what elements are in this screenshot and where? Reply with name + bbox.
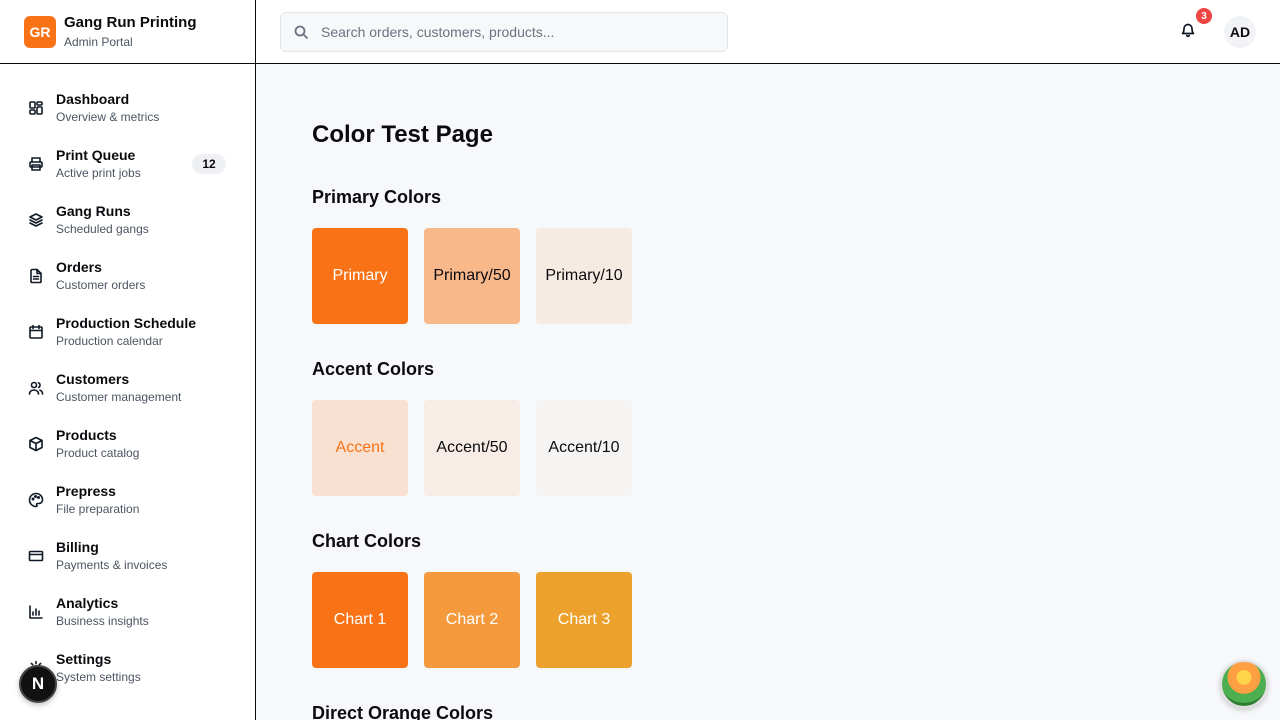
brand-subtitle: Admin Portal	[64, 34, 133, 49]
sidebar-item-production-schedule[interactable]: Production Schedule Production calendar	[16, 304, 240, 360]
sidebar-item-gang-runs[interactable]: Gang Runs Scheduled gangs	[16, 192, 240, 248]
sidebar-item-label: Prepress	[56, 483, 116, 499]
search-input[interactable]	[321, 24, 701, 40]
sidebar-item-desc: File preparation	[56, 502, 140, 516]
layers-icon	[28, 212, 44, 228]
calendar-icon	[28, 324, 44, 340]
sidebar-item-analytics[interactable]: Analytics Business insights	[16, 584, 240, 640]
swatch-chart-3: Chart 3	[536, 572, 632, 668]
sidebar-item-desc: Production calendar	[56, 334, 163, 348]
sidebar-item-orders[interactable]: Orders Customer orders	[16, 248, 240, 304]
accent-swatches: Accent Accent/50 Accent/10	[312, 400, 632, 496]
section-title-primary: Primary Colors	[312, 187, 442, 207]
dashboard-icon	[28, 100, 44, 116]
print-queue-count-badge: 12	[192, 154, 226, 174]
sidebar-item-label: Settings	[56, 651, 112, 667]
sidebar: GR Gang Run Printing Admin Portal Dashbo…	[0, 0, 256, 720]
sidebar-item-prepress[interactable]: Prepress File preparation	[16, 472, 240, 528]
swatch-accent: Accent	[312, 400, 408, 496]
sidebar-item-desc: Active print jobs	[56, 166, 141, 180]
sidebar-item-label: Products	[56, 427, 117, 443]
sidebar-item-desc: Customer orders	[56, 278, 146, 292]
swatch-chart-1: Chart 1	[312, 572, 408, 668]
sidebar-item-label: Production Schedule	[56, 315, 197, 331]
users-icon	[28, 380, 44, 396]
sidebar-item-label: Analytics	[56, 595, 119, 611]
sidebar-item-desc: System settings	[56, 670, 141, 684]
sidebar-item-label: Gang Runs	[56, 203, 131, 219]
swatch-primary-50: Primary/50	[424, 228, 520, 324]
notification-count-badge: 3	[1196, 8, 1212, 24]
sidebar-item-desc: Overview & metrics	[56, 110, 160, 124]
sidebar-item-desc: Scheduled gangs	[56, 222, 149, 236]
section-title-direct-orange: Direct Orange Colors	[312, 703, 494, 720]
file-text-icon	[28, 268, 44, 284]
sidebar-item-desc: Customer management	[56, 390, 182, 404]
sidebar-nav: Dashboard Overview & metrics Print Queue A…	[16, 80, 240, 696]
swatch-primary-10: Primary/10	[536, 228, 632, 324]
brand-text: Gang Run Printing Admin Portal	[64, 14, 197, 50]
sidebar-item-desc: Product catalog	[56, 446, 140, 460]
credit-card-icon	[28, 548, 44, 564]
search-icon	[293, 24, 309, 40]
sidebar-item-desc: Business insights	[56, 614, 149, 628]
nextjs-dev-tools-button[interactable]: N	[19, 665, 57, 703]
sidebar-item-label: Customers	[56, 371, 130, 387]
sidebar-item-billing[interactable]: Billing Payments & invoices	[16, 528, 240, 584]
sidebar-item-label: Print Queue	[56, 147, 136, 163]
printer-icon	[28, 156, 44, 172]
sidebar-item-print-queue[interactable]: Print Queue Active print jobs 12	[16, 136, 240, 192]
palette-icon	[28, 492, 44, 508]
brand[interactable]: GR Gang Run Printing Admin Portal	[0, 0, 255, 64]
swatch-chart-2: Chart 2	[424, 572, 520, 668]
swatch-accent-10: Accent/10	[536, 400, 632, 496]
primary-swatches: Primary Primary/50 Primary/10	[312, 228, 632, 324]
sidebar-item-customers[interactable]: Customers Customer management	[16, 360, 240, 416]
top-header: 3 AD	[256, 0, 1280, 64]
bar-chart-icon	[28, 604, 44, 620]
sidebar-item-products[interactable]: Products Product catalog	[16, 416, 240, 472]
swatch-primary: Primary	[312, 228, 408, 324]
page-title: Color Test Page	[312, 121, 493, 148]
bell-icon	[1180, 22, 1196, 43]
section-title-chart: Chart Colors	[312, 531, 422, 551]
swatch-accent-50: Accent/50	[424, 400, 520, 496]
brand-title: Gang Run Printing	[64, 13, 197, 31]
sidebar-item-label: Billing	[56, 539, 99, 555]
sidebar-item-label: Orders	[56, 259, 102, 275]
package-icon	[28, 436, 44, 452]
assistant-avatar-button[interactable]	[1220, 660, 1268, 708]
sidebar-item-label: Dashboard	[56, 91, 130, 107]
search-box[interactable]	[280, 12, 728, 52]
avatar[interactable]: AD	[1224, 16, 1256, 48]
sidebar-item-dashboard[interactable]: Dashboard Overview & metrics	[16, 80, 240, 136]
section-title-accent: Accent Colors	[312, 359, 435, 379]
notifications-button[interactable]	[1176, 20, 1200, 44]
chart-swatches: Chart 1 Chart 2 Chart 3	[312, 572, 632, 668]
brand-logo: GR	[24, 15, 56, 48]
sidebar-item-desc: Payments & invoices	[56, 558, 168, 572]
